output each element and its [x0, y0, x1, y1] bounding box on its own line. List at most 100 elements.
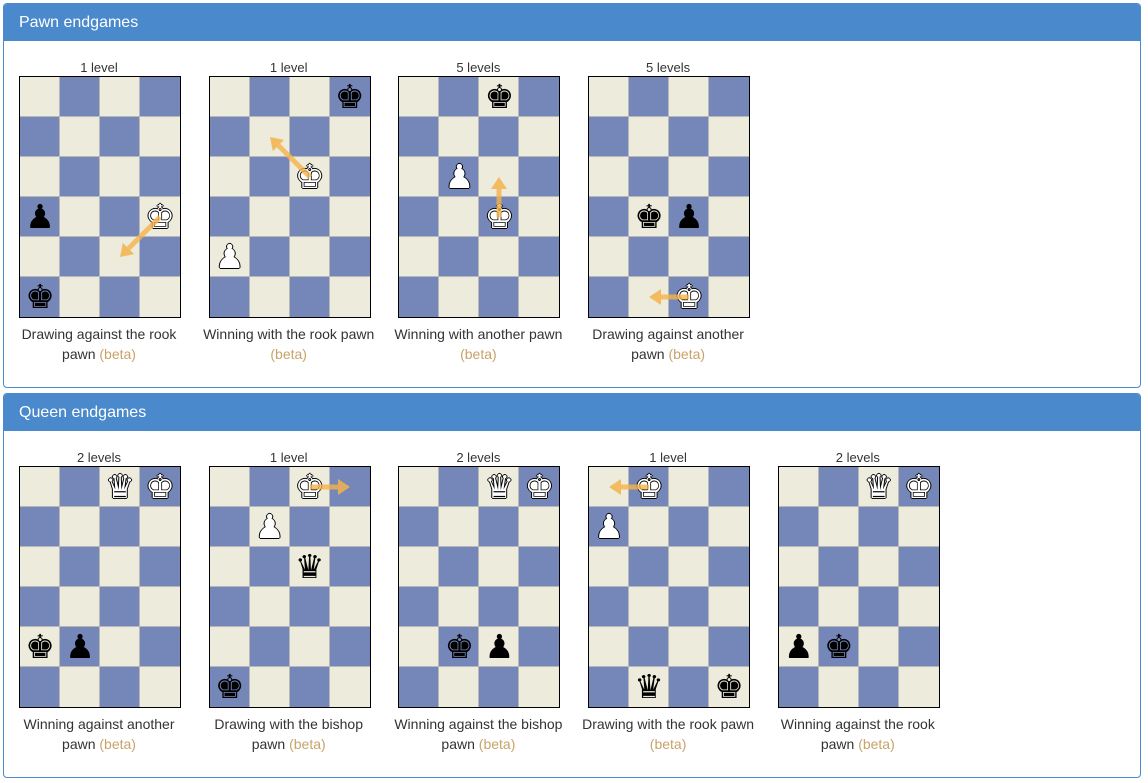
- endgame-caption[interactable]: Drawing with the rook pawn (beta): [573, 714, 763, 754]
- white-king-icon: ♚: [145, 197, 175, 236]
- chess-board[interactable]: ♛ ♚ ♟ ♚: [777, 466, 940, 708]
- black-pawn-icon: ♟: [784, 627, 814, 666]
- board-square: ♚: [140, 197, 180, 237]
- board-square: [439, 237, 480, 277]
- white-king-icon: ♚: [634, 467, 664, 506]
- board-square: [329, 117, 370, 157]
- board-square: [439, 117, 480, 157]
- white-queen-icon: ♛: [105, 467, 135, 506]
- board-square: [60, 587, 100, 627]
- endgame-caption[interactable]: Drawing with the bishop pawn (beta): [194, 714, 384, 754]
- board-square: [479, 157, 520, 197]
- board-square: [439, 77, 480, 117]
- board-square: [140, 667, 180, 707]
- board-square: [140, 547, 180, 587]
- board-square: [209, 117, 250, 157]
- board-square: [818, 467, 859, 507]
- chess-board[interactable]: ♛ ♚ ♚ ♟: [19, 466, 181, 708]
- endgame-caption[interactable]: Winning with the rook pawn (beta): [194, 324, 384, 364]
- endgame-tile[interactable]: 2 levels ♛ ♚ ♚ ♟ Winning against the bishop p…: [383, 431, 573, 754]
- board-square: [20, 157, 60, 197]
- board-square: [20, 237, 60, 277]
- chess-board[interactable]: ♛ ♚ ♚ ♟: [398, 466, 561, 708]
- board-square: [669, 117, 710, 157]
- level-count: 2 levels: [456, 450, 501, 465]
- endgame-tile[interactable]: 1 level ♚ ♚ ♟ Winning with the rook pawn (be…: [194, 41, 384, 364]
- board-square: [858, 587, 899, 627]
- black-pawn-icon: ♟: [484, 627, 515, 666]
- endgame-caption[interactable]: Winning against the rook pawn (beta): [763, 714, 953, 754]
- board-square: [778, 587, 819, 627]
- white-queen-icon: ♛: [864, 467, 894, 506]
- board-square: [329, 157, 370, 197]
- endgame-caption[interactable]: Winning with another pawn (beta): [383, 324, 573, 364]
- board-square: [629, 77, 670, 117]
- board-square: [519, 117, 560, 157]
- chess-board[interactable]: ♚ ♟ ♚: [398, 76, 561, 318]
- chess-board[interactable]: ♚ ♚ ♟: [208, 76, 371, 318]
- caption-text: Drawing with the rook pawn: [582, 716, 755, 732]
- board-square: [209, 587, 250, 627]
- board-square: [140, 507, 180, 547]
- chess-board[interactable]: ♚ ♟ ♚: [588, 76, 751, 318]
- board-square: [289, 237, 330, 277]
- endgame-tile[interactable]: 1 level ♟ ♚ ♚ Drawing against the rook pawn …: [4, 41, 194, 364]
- white-king-icon: ♚: [145, 467, 175, 506]
- board-square: ♟: [439, 157, 480, 197]
- board-square: [100, 157, 140, 197]
- endgame-caption[interactable]: Drawing against another pawn (beta): [573, 324, 763, 364]
- board-square: [818, 587, 859, 627]
- board-square: [60, 157, 100, 197]
- board-square: [519, 157, 560, 197]
- board-square: [479, 587, 520, 627]
- board-square: [289, 507, 330, 547]
- board-square: [20, 587, 60, 627]
- endgame-caption[interactable]: Drawing against the rook pawn (beta): [4, 324, 194, 364]
- board-square: ♚: [20, 277, 60, 317]
- white-pawn-icon: ♟: [254, 507, 285, 546]
- endgame-tile[interactable]: 1 level ♚ ♟ ♛ ♚ Drawing with the rook pawn (b…: [573, 431, 763, 754]
- black-king-icon: ♚: [25, 277, 55, 316]
- board-square: ♚: [20, 627, 60, 667]
- white-king-icon: ♚: [524, 467, 555, 506]
- board-square: [289, 197, 330, 237]
- board-square: [249, 277, 290, 317]
- board-square: [778, 467, 819, 507]
- black-king-icon: ♚: [824, 627, 854, 666]
- board-square: [669, 587, 710, 627]
- board-square: [439, 587, 480, 627]
- chess-board[interactable]: ♚ ♟ ♛ ♚: [208, 466, 371, 708]
- endgame-tile[interactable]: 5 levels ♚ ♟ ♚ Drawing against another pawn …: [573, 41, 763, 364]
- black-king-icon: ♚: [25, 627, 55, 666]
- level-count: 1 level: [649, 450, 687, 465]
- board-square: [289, 117, 330, 157]
- board-square: [479, 507, 520, 547]
- board-square: [20, 77, 60, 117]
- board-square: [629, 277, 670, 317]
- board-square: [519, 627, 560, 667]
- board-square: [709, 277, 750, 317]
- board-square: [100, 77, 140, 117]
- chess-board[interactable]: ♟ ♚ ♚: [19, 76, 181, 318]
- board-square: [100, 117, 140, 157]
- endgame-tile[interactable]: 2 levels ♛ ♚ ♟ ♚ Winning against the rook paw…: [763, 431, 953, 754]
- board-square: [289, 277, 330, 317]
- endgame-caption[interactable]: Winning against another pawn (beta): [4, 714, 194, 754]
- board-square: [329, 237, 370, 277]
- endgame-tile[interactable]: 2 levels ♛ ♚ ♚ ♟ Winning against another pawn…: [4, 431, 194, 754]
- board-square: [898, 667, 939, 707]
- board-square: [629, 627, 670, 667]
- board-square: [589, 117, 630, 157]
- endgame-tile[interactable]: 1 level ♚ ♟ ♛ ♚ Drawing with the bishop pawn …: [194, 431, 384, 754]
- level-count: 2 levels: [76, 450, 122, 465]
- chess-board[interactable]: ♚ ♟ ♛ ♚: [588, 466, 751, 708]
- board-square: [589, 157, 630, 197]
- black-pawn-icon: ♟: [674, 197, 704, 236]
- black-king-icon: ♚: [334, 77, 365, 116]
- level-count: 1 level: [80, 60, 118, 75]
- board-square: ♟: [479, 627, 520, 667]
- black-queen-icon: ♛: [634, 667, 664, 706]
- endgame-tile[interactable]: 5 levels ♚ ♟ ♚ Winning with another pawn (be…: [383, 41, 573, 364]
- endgame-caption[interactable]: Winning against the bishop pawn (beta): [383, 714, 573, 754]
- board-square: [858, 507, 899, 547]
